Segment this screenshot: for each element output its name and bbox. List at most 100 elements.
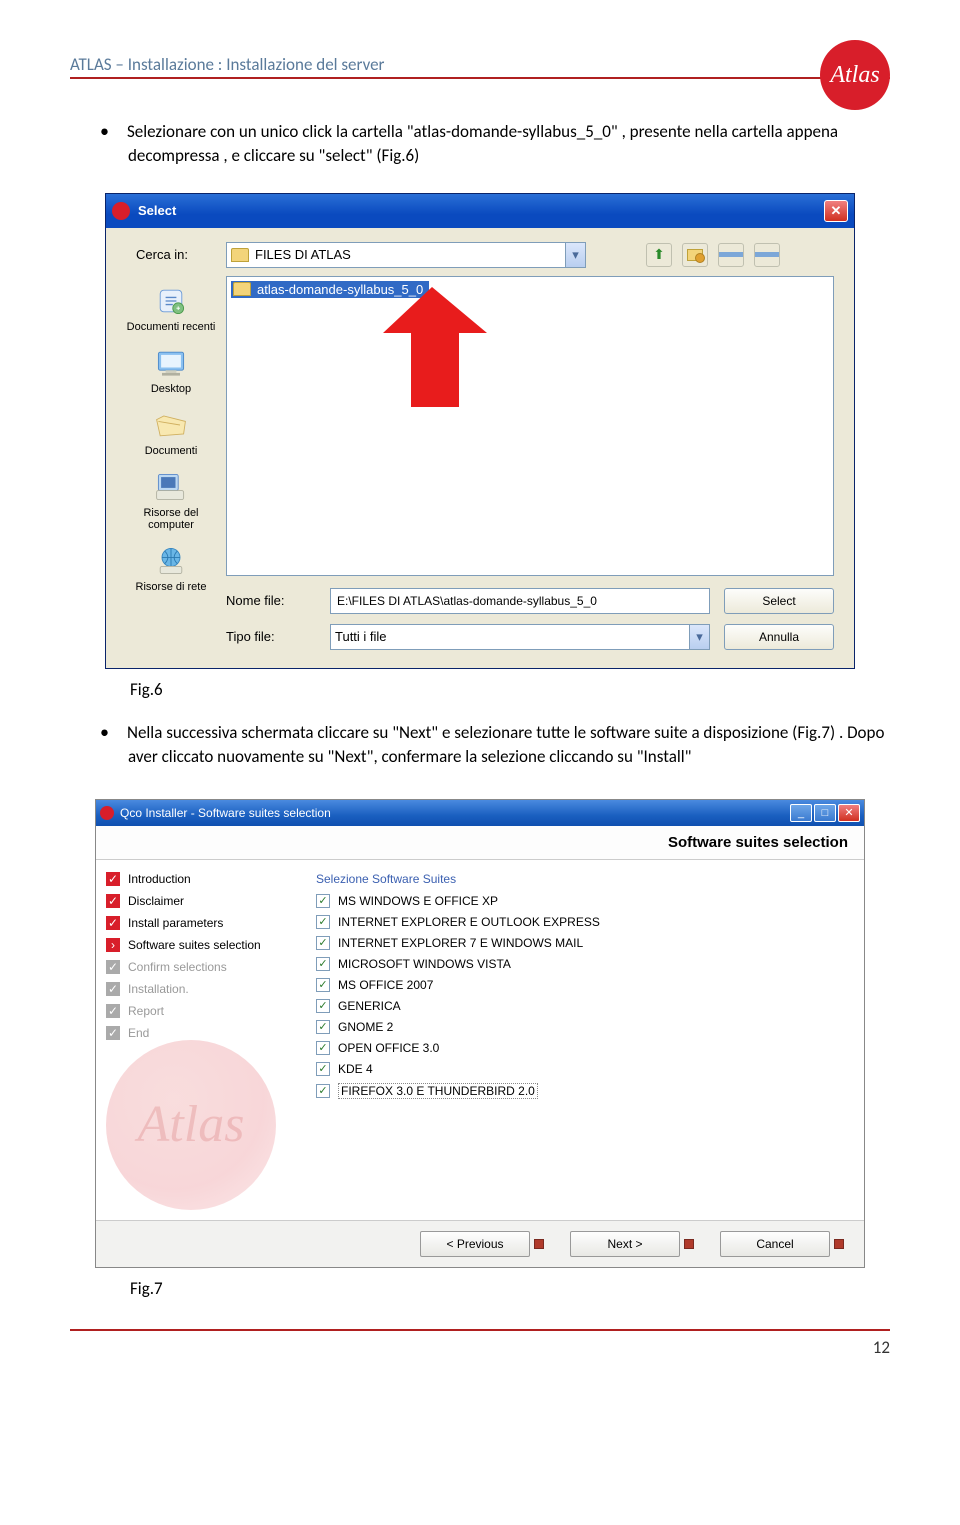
step-label: Introduction bbox=[128, 872, 191, 886]
close-button[interactable]: ✕ bbox=[824, 200, 848, 222]
look-in-value: FILES DI ATLAS bbox=[255, 247, 351, 262]
shortcut-label: Risorse del computer bbox=[120, 507, 222, 531]
checkbox[interactable]: ✓ bbox=[316, 957, 330, 971]
select-button[interactable]: Select bbox=[724, 588, 834, 614]
suites-panel: Selezione Software Suites ✓MS WINDOWS E … bbox=[296, 860, 864, 1220]
filename-input[interactable] bbox=[330, 588, 710, 614]
step-label: Disclaimer bbox=[128, 894, 184, 908]
suite-label: MS OFFICE 2007 bbox=[338, 978, 433, 992]
suite-row: ✓ GENERICA bbox=[316, 999, 844, 1013]
check-icon: ✓ bbox=[106, 894, 120, 908]
suite-label: GNOME 2 bbox=[338, 1020, 393, 1034]
check-icon: ✓ bbox=[106, 916, 120, 930]
select-titlebar: Select ✕ bbox=[106, 194, 854, 228]
chevron-down-icon[interactable]: ▾ bbox=[565, 243, 585, 267]
suite-label: INTERNET EXPLORER 7 E WINDOWS MAIL bbox=[338, 936, 583, 950]
steps-sidebar: ✓ Introduction ✓ Disclaimer ✓ Install paramet… bbox=[96, 860, 296, 1220]
suite-row: ✓MS WINDOWS E OFFICE XP bbox=[316, 894, 844, 908]
checkbox[interactable]: ✓ bbox=[316, 1041, 330, 1055]
look-in-label: Cerca in: bbox=[136, 247, 216, 262]
my-computer-shortcut[interactable]: Risorse del computer bbox=[120, 466, 222, 534]
step-label: Confirm selections bbox=[128, 960, 227, 974]
step-item: ✓ Introduction bbox=[106, 872, 286, 886]
previous-button[interactable]: < Previous bbox=[420, 1231, 530, 1257]
suite-row: ✓ OPEN OFFICE 3.0 bbox=[316, 1041, 844, 1055]
network-icon bbox=[151, 543, 191, 579]
suite-label: GENERICA bbox=[338, 999, 401, 1013]
suite-label: INTERNET EXPLORER E OUTLOOK EXPRESS bbox=[338, 915, 600, 929]
app-icon bbox=[112, 202, 130, 220]
step-item: ›Software suites selection bbox=[106, 938, 286, 952]
suite-label: KDE 4 bbox=[338, 1062, 373, 1076]
minimize-button[interactable]: _ bbox=[790, 804, 812, 822]
suite-label: OPEN OFFICE 3.0 bbox=[338, 1041, 439, 1055]
shortcut-label: Documenti bbox=[145, 445, 198, 457]
suites-section-title: Selezione Software Suites bbox=[316, 872, 844, 886]
folder-icon bbox=[231, 248, 249, 262]
figure-7-caption: Fig.7 bbox=[130, 1278, 890, 1299]
step-item: ✓Report bbox=[106, 1004, 286, 1018]
step-item: ✓End bbox=[106, 1026, 286, 1040]
suite-label: FIREFOX 3.0 E THUNDERBIRD 2.0 bbox=[338, 1083, 538, 1099]
filetype-combo[interactable]: Tutti i file ▾ bbox=[330, 624, 710, 650]
step-label: Software suites selection bbox=[128, 938, 261, 952]
installer-heading: Software suites selection bbox=[96, 826, 864, 860]
filename-label: Nome file: bbox=[226, 593, 316, 608]
page-number: 12 bbox=[70, 1329, 890, 1358]
suite-row: ✓ INTERNET EXPLORER 7 E WINDOWS MAIL bbox=[316, 936, 844, 950]
view-list-icon[interactable] bbox=[718, 243, 744, 267]
installer-dialog: Qco Installer - Software suites selectio… bbox=[95, 799, 865, 1268]
checkbox[interactable]: ✓ bbox=[316, 915, 330, 929]
app-icon bbox=[100, 806, 114, 820]
view-details-icon[interactable] bbox=[754, 243, 780, 267]
suite-label: MICROSOFT WINDOWS VISTA bbox=[338, 957, 511, 971]
look-in-combo[interactable]: FILES DI ATLAS ▾ bbox=[226, 242, 586, 268]
atlas-watermark: Atlas bbox=[106, 1040, 276, 1210]
up-folder-icon[interactable]: ⬆ bbox=[646, 243, 672, 267]
suite-row: ✓ MICROSOFT WINDOWS VISTA bbox=[316, 957, 844, 971]
chevron-down-icon[interactable]: ▾ bbox=[689, 625, 709, 649]
checkbox[interactable]: ✓ bbox=[316, 1020, 330, 1034]
step-label: Install parameters bbox=[128, 916, 223, 930]
check-icon: ✓ bbox=[106, 872, 120, 886]
suite-row: ✓ FIREFOX 3.0 E THUNDERBIRD 2.0 bbox=[316, 1083, 844, 1099]
checkbox[interactable]: ✓ bbox=[316, 1084, 330, 1098]
checkbox[interactable]: ✓ bbox=[316, 999, 330, 1013]
computer-icon bbox=[151, 469, 191, 505]
recent-docs-icon bbox=[151, 283, 191, 319]
step-item: ✓Installation. bbox=[106, 982, 286, 996]
checkbox[interactable]: ✓ bbox=[316, 894, 330, 908]
network-shortcut[interactable]: Risorse di rete bbox=[120, 540, 222, 596]
file-list[interactable]: atlas-domande-syllabus_5_0 bbox=[226, 276, 834, 576]
documents-icon bbox=[151, 407, 191, 443]
checkbox[interactable]: ✓ bbox=[316, 978, 330, 992]
step-label: Report bbox=[128, 1004, 164, 1018]
step-item: ✓ Install parameters bbox=[106, 916, 286, 930]
instruction-2: Nella successiva schermata cliccare su "… bbox=[100, 720, 890, 769]
maximize-button[interactable]: □ bbox=[814, 804, 836, 822]
installer-footer: < Previous Next > Cancel bbox=[96, 1220, 864, 1267]
resize-grip-icon bbox=[834, 1239, 844, 1249]
new-folder-icon[interactable] bbox=[682, 243, 708, 267]
desktop-shortcut[interactable]: Desktop bbox=[120, 342, 222, 398]
step-label: End bbox=[128, 1026, 149, 1040]
suite-row: ✓ MS OFFICE 2007 bbox=[316, 978, 844, 992]
folder-icon bbox=[233, 282, 251, 296]
places-bar: Documenti recenti Desktop Documenti bbox=[116, 276, 226, 650]
select-title: Select bbox=[138, 203, 176, 218]
documents-shortcut[interactable]: Documenti bbox=[120, 404, 222, 460]
cancel-button[interactable]: Annulla bbox=[724, 624, 834, 650]
next-button[interactable]: Next > bbox=[570, 1231, 680, 1257]
recent-docs-shortcut[interactable]: Documenti recenti bbox=[120, 280, 222, 336]
checkbox[interactable]: ✓ bbox=[316, 936, 330, 950]
shortcut-label: Documenti recenti bbox=[127, 321, 216, 333]
instruction-1: Selezionare con un unico click la cartel… bbox=[100, 119, 890, 168]
close-button[interactable]: ✕ bbox=[838, 804, 860, 822]
filetype-label: Tipo file: bbox=[226, 629, 316, 644]
doc-header: ATLAS – Installazione : Installazione de… bbox=[70, 54, 384, 75]
filetype-value: Tutti i file bbox=[335, 629, 387, 644]
resize-grip-icon bbox=[534, 1239, 544, 1249]
checkbox[interactable]: ✓ bbox=[316, 1062, 330, 1076]
shortcut-label: Risorse di rete bbox=[136, 581, 207, 593]
cancel-install-button[interactable]: Cancel bbox=[720, 1231, 830, 1257]
